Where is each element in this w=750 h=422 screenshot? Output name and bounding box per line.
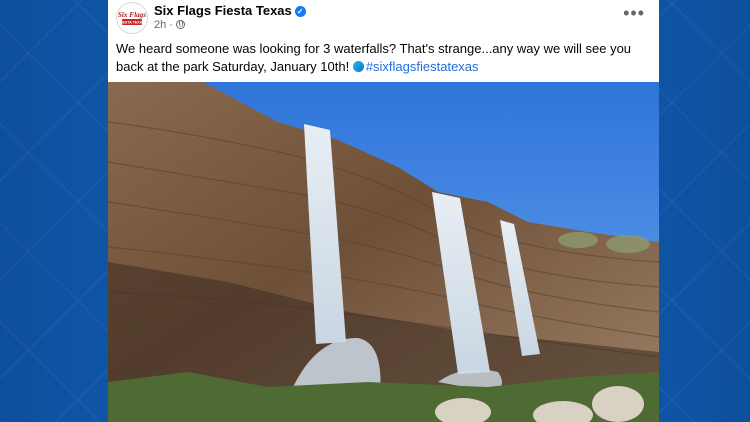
post-body: We heard someone was looking for 3 water… — [116, 40, 648, 76]
page-name-row: Six Flags Fiesta Texas ✓ — [154, 3, 306, 18]
hashtag-link[interactable]: #sixflagsfiestatexas — [366, 59, 479, 74]
fiesta-wave-icon — [352, 61, 364, 72]
page-avatar[interactable]: Six Flags FIESTA TEXAS — [116, 2, 148, 34]
verified-badge-icon: ✓ — [294, 6, 306, 17]
globe-icon — [176, 20, 186, 29]
six-flags-logo: Six Flags FIESTA TEXAS — [117, 3, 147, 33]
post-photo[interactable] — [108, 82, 659, 422]
facebook-post-card: Six Flags FIESTA TEXAS Six Flags Fiesta … — [108, 0, 659, 422]
post-header: Six Flags FIESTA TEXAS Six Flags Fiesta … — [108, 0, 659, 38]
post-time[interactable]: 2h — [154, 19, 166, 31]
meta-separator: · — [166, 19, 177, 31]
post-meta: 2h · — [154, 19, 186, 31]
page-name[interactable]: Six Flags Fiesta Texas — [154, 3, 292, 18]
waterfalls-photo — [108, 82, 659, 422]
svg-text:Six Flags: Six Flags — [118, 11, 146, 19]
svg-text:FIESTA TEXAS: FIESTA TEXAS — [119, 21, 145, 25]
more-options-button[interactable]: ••• — [623, 4, 645, 22]
